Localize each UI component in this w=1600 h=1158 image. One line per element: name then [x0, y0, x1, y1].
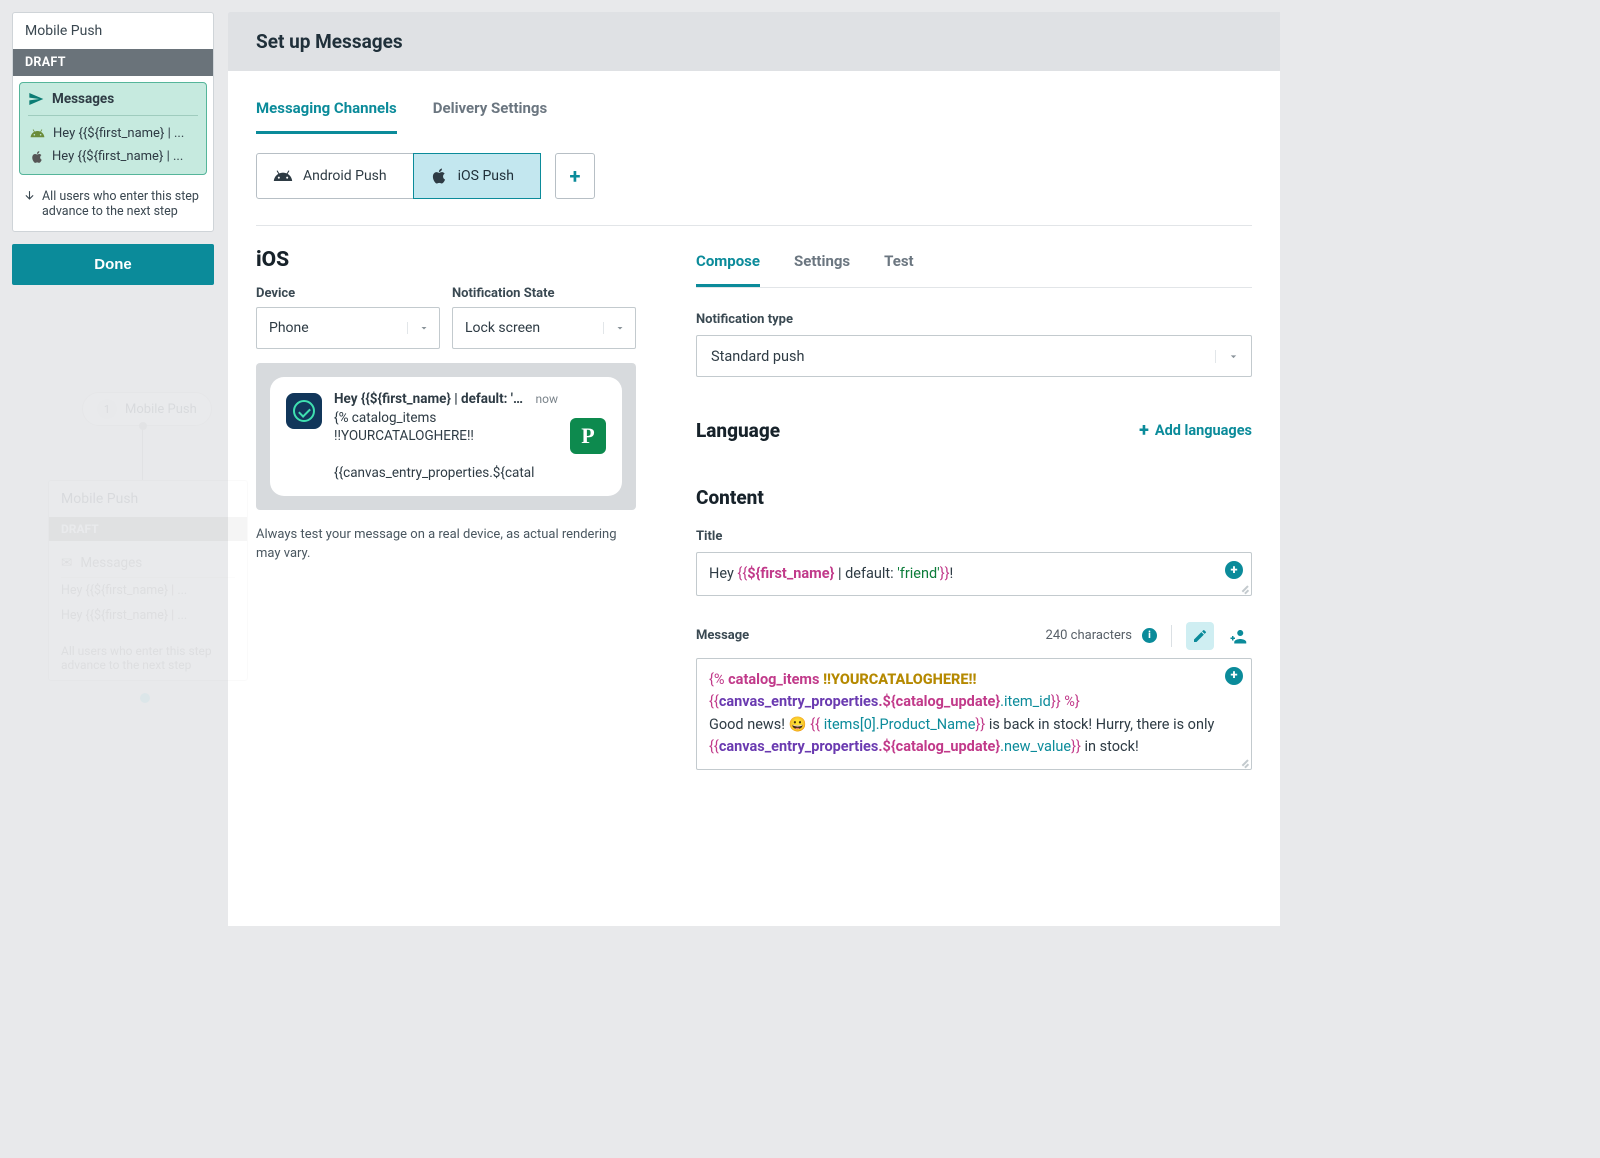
device-select[interactable]: Phone — [256, 307, 440, 349]
android-icon — [30, 126, 45, 141]
step-card: Mobile Push DRAFT Messages Hey {{${first… — [12, 12, 214, 232]
messages-header: Messages — [28, 91, 198, 116]
tab-settings[interactable]: Settings — [794, 248, 850, 287]
advance-note: All users who enter this step advance to… — [13, 181, 213, 231]
messages-box[interactable]: Messages Hey {{${first_name} | ... Hey {… — [19, 82, 207, 175]
divider — [256, 225, 1252, 226]
notification-preview: Hey {{${first_name} | default: 'frien...… — [256, 363, 636, 510]
insert-personalization-button[interactable]: + — [1225, 667, 1243, 685]
divider — [1171, 625, 1172, 647]
channel-selector: Android Push iOS Push + — [256, 153, 1252, 199]
step-title: Mobile Push — [13, 13, 213, 49]
preview-title: Hey {{${first_name} | default: 'frien... — [334, 391, 528, 407]
arrow-down-icon — [23, 189, 36, 219]
main-panel: Set up Messages Messaging Channels Deliv… — [228, 12, 1280, 926]
preview-timestamp: now — [536, 392, 559, 406]
device-label: Device — [256, 286, 440, 301]
add-languages-button[interactable]: + Add languages — [1139, 420, 1252, 441]
tab-delivery-settings[interactable]: Delivery Settings — [433, 93, 547, 134]
notification-type-select[interactable]: Standard push — [696, 335, 1252, 377]
apple-icon — [30, 150, 44, 164]
platform-heading: iOS — [256, 248, 636, 272]
apple-icon — [430, 167, 448, 185]
draft-badge: DRAFT — [13, 49, 213, 76]
title-value: Hey {{${first_name} | default: 'friend'}… — [697, 553, 1251, 595]
message-row-android[interactable]: Hey {{${first_name} | ... — [28, 122, 198, 145]
message-row-ios[interactable]: Hey {{${first_name} | ... — [28, 145, 198, 168]
notification-state-label: Notification State — [452, 286, 636, 301]
compose-tabs: Compose Settings Test — [696, 248, 1252, 288]
content-heading: Content — [696, 486, 1252, 509]
language-heading: Language — [696, 419, 780, 442]
message-label: Message — [696, 628, 749, 643]
message-value: {% catalog_items !!YOURCATALOGHERE!! {{c… — [709, 669, 1215, 759]
channel-label: iOS Push — [458, 168, 514, 184]
chevron-down-icon — [603, 322, 635, 334]
info-icon[interactable]: i — [1142, 628, 1157, 643]
edit-button[interactable] — [1186, 622, 1214, 650]
notification-state-select[interactable]: Lock screen — [452, 307, 636, 349]
tab-messaging-channels[interactable]: Messaging Channels — [256, 93, 397, 134]
plus-icon: + — [1139, 420, 1149, 441]
done-button[interactable]: Done — [12, 244, 214, 285]
chevron-down-icon — [407, 322, 439, 334]
message-row-text: Hey {{${first_name} | ... — [53, 126, 196, 141]
tab-compose[interactable]: Compose — [696, 248, 760, 287]
message-row-text: Hey {{${first_name} | ... — [52, 149, 196, 164]
android-icon — [273, 166, 293, 186]
channel-label: Android Push — [303, 168, 387, 184]
plus-icon: + — [569, 164, 580, 188]
preview-image-badge: P — [570, 418, 606, 454]
channel-ios[interactable]: iOS Push — [413, 153, 541, 199]
message-input[interactable]: {% catalog_items !!YOURCATALOGHERE!! {{c… — [696, 658, 1252, 770]
panel-title: Set up Messages — [256, 30, 1252, 53]
chevron-down-icon — [1215, 350, 1251, 363]
add-channel-button[interactable]: + — [555, 153, 595, 199]
channel-android[interactable]: Android Push — [256, 153, 414, 199]
notification-state-value: Lock screen — [453, 320, 603, 336]
preview-disclaimer: Always test your message on a real devic… — [256, 526, 636, 564]
char-count: 240 characters — [1046, 628, 1132, 643]
preview-body: {% catalog_items !!YOURCATALOGHERE!! {{c… — [334, 409, 558, 482]
add-languages-label: Add languages — [1155, 422, 1252, 439]
insert-personalization-button[interactable]: + — [1225, 561, 1243, 579]
title-input[interactable]: Hey {{${first_name} | default: 'friend'}… — [696, 552, 1252, 596]
paper-plane-icon — [28, 91, 44, 107]
language-heading-row: Language + Add languages — [696, 419, 1252, 442]
resize-handle-icon[interactable] — [1238, 582, 1250, 594]
messages-label: Messages — [52, 91, 114, 107]
panel-header: Set up Messages — [228, 12, 1280, 71]
app-icon — [286, 393, 322, 429]
resize-handle-icon[interactable] — [1238, 756, 1250, 768]
notification-type-value: Standard push — [697, 348, 1215, 365]
tab-test[interactable]: Test — [884, 248, 914, 287]
primary-tabs: Messaging Channels Delivery Settings — [256, 93, 1252, 135]
device-value: Phone — [257, 320, 407, 336]
canvas-ghost: 1Mobile Push Mobile Push DRAFT ✉Messages… — [28, 392, 238, 703]
title-label: Title — [696, 529, 1252, 544]
notification-type-label: Notification type — [696, 312, 1252, 327]
add-personalization-button[interactable] — [1224, 622, 1252, 650]
